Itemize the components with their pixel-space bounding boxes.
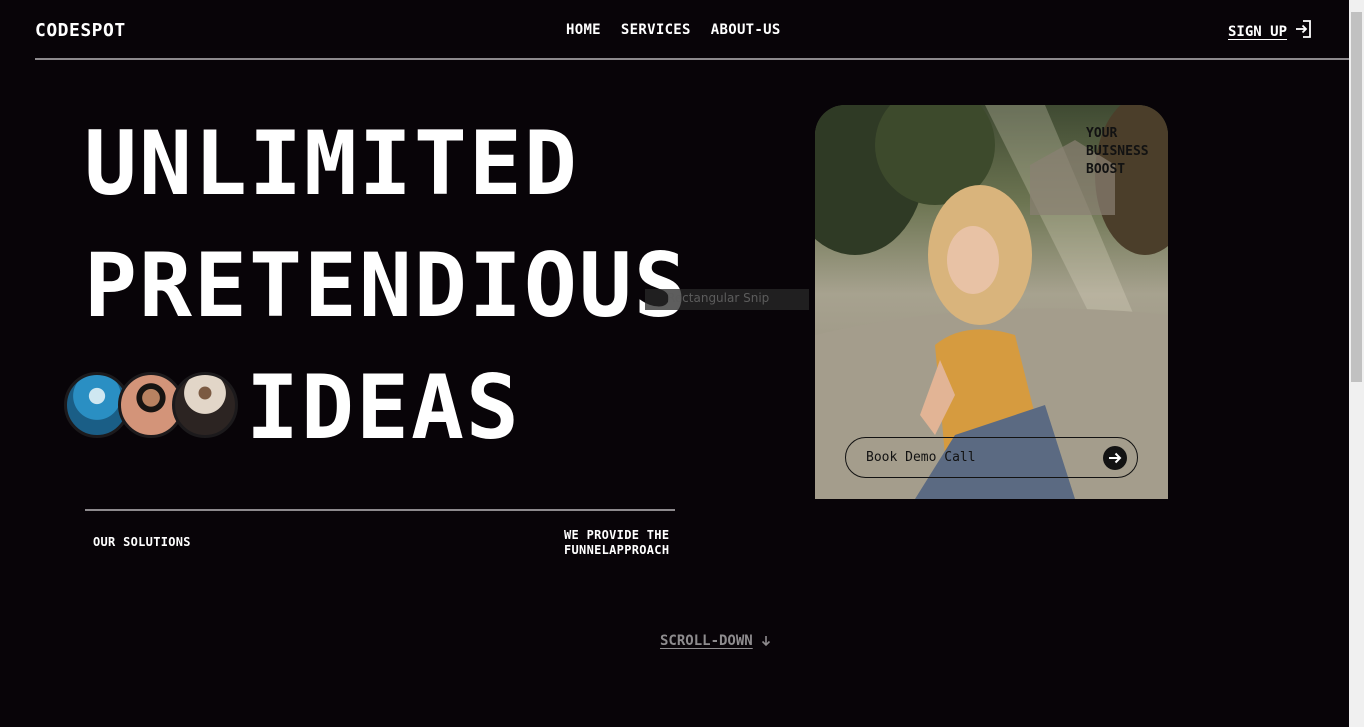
- headline-line-1: UNLIMITED: [84, 112, 579, 215]
- headline-line-2: PRETENDIOUS: [84, 234, 689, 337]
- headline-line-3: IDEAS: [246, 356, 521, 459]
- logo[interactable]: CODESPOT: [35, 20, 126, 41]
- avatar-group: [64, 372, 238, 438]
- our-solutions-label: OUR SOLUTIONS: [93, 535, 191, 549]
- book-demo-call-button[interactable]: Book Demo Call: [845, 437, 1138, 478]
- main-nav: HOME SERVICES ABOUT-US: [566, 22, 781, 38]
- funnel-approach-text: WE PROVIDE THE FUNNELAPPROACH: [564, 528, 670, 557]
- scroll-down-link[interactable]: SCROLL-DOWN: [660, 633, 753, 649]
- scrollbar-thumb[interactable]: [1351, 12, 1362, 382]
- card-tagline: YOUR BUISNESS BOOST: [1086, 126, 1149, 177]
- nav-home[interactable]: HOME: [566, 22, 601, 38]
- sign-in-icon[interactable]: [1295, 20, 1311, 38]
- solutions-divider: [85, 509, 675, 511]
- nav-services[interactable]: SERVICES: [621, 22, 691, 38]
- arrow-down-icon: [761, 636, 770, 647]
- nav-about-us[interactable]: ABOUT-US: [711, 22, 781, 38]
- signup-link[interactable]: SIGN UP: [1228, 24, 1287, 40]
- scroll-down-link-group[interactable]: SCROLL-DOWN: [660, 633, 771, 649]
- book-demo-call-label: Book Demo Call: [866, 450, 976, 465]
- snip-overlay: Rectangular Snip: [645, 289, 809, 310]
- landing-page: CODESPOT HOME SERVICES ABOUT-US SIGN UP …: [0, 0, 1364, 727]
- avatar: [172, 372, 238, 438]
- signup-link-group[interactable]: SIGN UP: [1228, 20, 1311, 40]
- hero-photo-card: YOUR BUISNESS BOOST Book Demo Call: [815, 105, 1168, 499]
- page-scrollbar[interactable]: [1349, 0, 1364, 727]
- header-divider: [35, 58, 1349, 60]
- arrow-right-icon: [1103, 445, 1127, 470]
